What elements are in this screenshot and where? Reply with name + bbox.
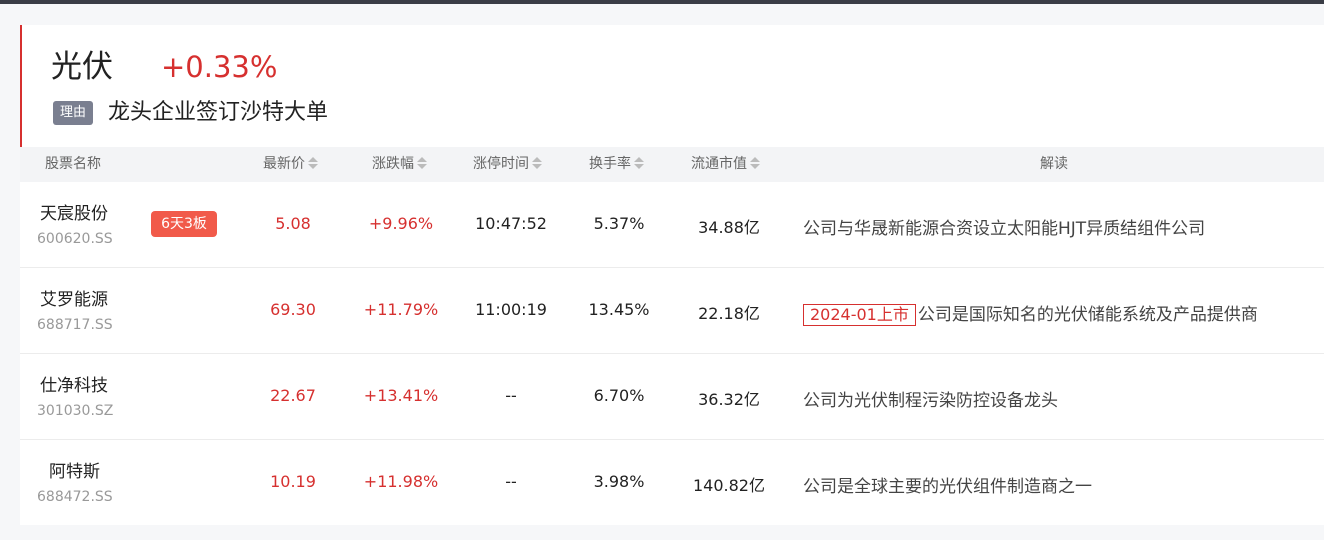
sector-name[interactable]: 光伏 [51,49,113,85]
sort-up-down-icon[interactable] [416,156,428,170]
turnover-cell: 3.98% [593,472,645,491]
sector-change: +0.33% [161,50,278,84]
change-cell: +9.96% [368,214,434,233]
reading-cell: 公司是全球主要的光伏组件制造商之一 [803,477,1092,497]
header-turnover[interactable]: 换手率 [589,147,645,182]
stock-name[interactable]: 艾罗能源 [40,285,108,310]
limit-time-cell: 11:00:19 [475,300,547,319]
top-bar [0,0,1324,4]
header-reading: 解读 [1040,156,1068,172]
header-price-label: 最新价 [263,156,305,172]
reason-text: 龙头企业签订沙特大单 [108,100,329,125]
sector-card: 光伏 +0.33% 理由 龙头企业签订沙特大单 股票名称 最新价 涨跌幅 涨停时… [20,25,1324,525]
price-cell: 10.19 [270,472,316,491]
sort-up-down-icon[interactable] [749,156,761,170]
turnover-cell: 6.70% [593,386,645,405]
table-header: 股票名称 最新价 涨跌幅 涨停时间 换手率 流通市值 解读 [20,147,1324,182]
reading-text: 公司是国际知名的光伏储能系统及产品提供商 [917,305,1258,325]
price-cell: 69.30 [270,300,316,319]
price-cell: 5.08 [275,214,311,233]
change-cell: +11.79% [363,300,439,319]
mcap-cell: 36.32亿 [698,390,760,409]
limit-time-cell: -- [505,386,517,405]
reason-badge: 理由 [53,101,93,125]
header-stock-name: 股票名称 [45,156,101,172]
stock-name[interactable]: 天宸股份 [40,199,108,224]
stock-name[interactable]: 阿特斯 [49,457,100,482]
reading-cell: 2024-01上市 公司是国际知名的光伏储能系统及产品提供商 [803,300,1258,326]
stock-code: 688717.SS [37,317,113,333]
header-turnover-label: 换手率 [589,156,631,172]
price-cell: 22.67 [270,386,316,405]
limit-time-cell: -- [505,472,517,491]
stock-code: 600620.SS [37,231,113,247]
header-change-label: 涨跌幅 [372,156,414,172]
sort-up-down-icon[interactable] [307,156,319,170]
reading-cell: 公司为光伏制程污染防控设备龙头 [803,391,1058,411]
sort-up-down-icon[interactable] [633,156,645,170]
table-row[interactable]: 天宸股份 600620.SS 6天3板 5.08 +9.96% 10:47:52… [20,182,1324,268]
mcap-cell: 22.18亿 [698,304,760,323]
header-mcap-label: 流通市值 [691,156,747,172]
table-row[interactable]: 仕净科技 301030.SZ 22.67 +13.41% -- 6.70% 36… [20,354,1324,440]
ipo-tag: 2024-01上市 [803,304,916,326]
stock-name[interactable]: 仕净科技 [40,371,108,396]
streak-badge: 6天3板 [151,211,217,237]
table-row[interactable]: 阿特斯 688472.SS 10.19 +11.98% -- 3.98% 140… [20,440,1324,526]
header-limit-time-label: 涨停时间 [473,156,529,172]
sort-up-down-icon[interactable] [531,156,543,170]
header-limit-time[interactable]: 涨停时间 [473,147,543,182]
table-row[interactable]: 艾罗能源 688717.SS 69.30 +11.79% 11:00:19 13… [20,268,1324,354]
stock-code: 688472.SS [37,489,113,505]
mcap-cell: 34.88亿 [698,218,760,237]
turnover-cell: 5.37% [593,214,645,233]
stock-code: 301030.SZ [37,403,114,419]
change-cell: +11.98% [363,472,439,491]
mcap-cell: 140.82亿 [693,476,765,495]
change-cell: +13.41% [363,386,439,405]
header-price[interactable]: 最新价 [263,147,319,182]
sector-header: 光伏 +0.33% 理由 龙头企业签订沙特大单 [20,25,1324,147]
turnover-cell: 13.45% [588,300,650,319]
limit-time-cell: 10:47:52 [475,214,547,233]
header-change[interactable]: 涨跌幅 [372,147,428,182]
reading-cell: 公司与华晟新能源合资设立太阳能HJT异质结组件公司 [803,219,1206,239]
header-mcap[interactable]: 流通市值 [691,147,761,182]
